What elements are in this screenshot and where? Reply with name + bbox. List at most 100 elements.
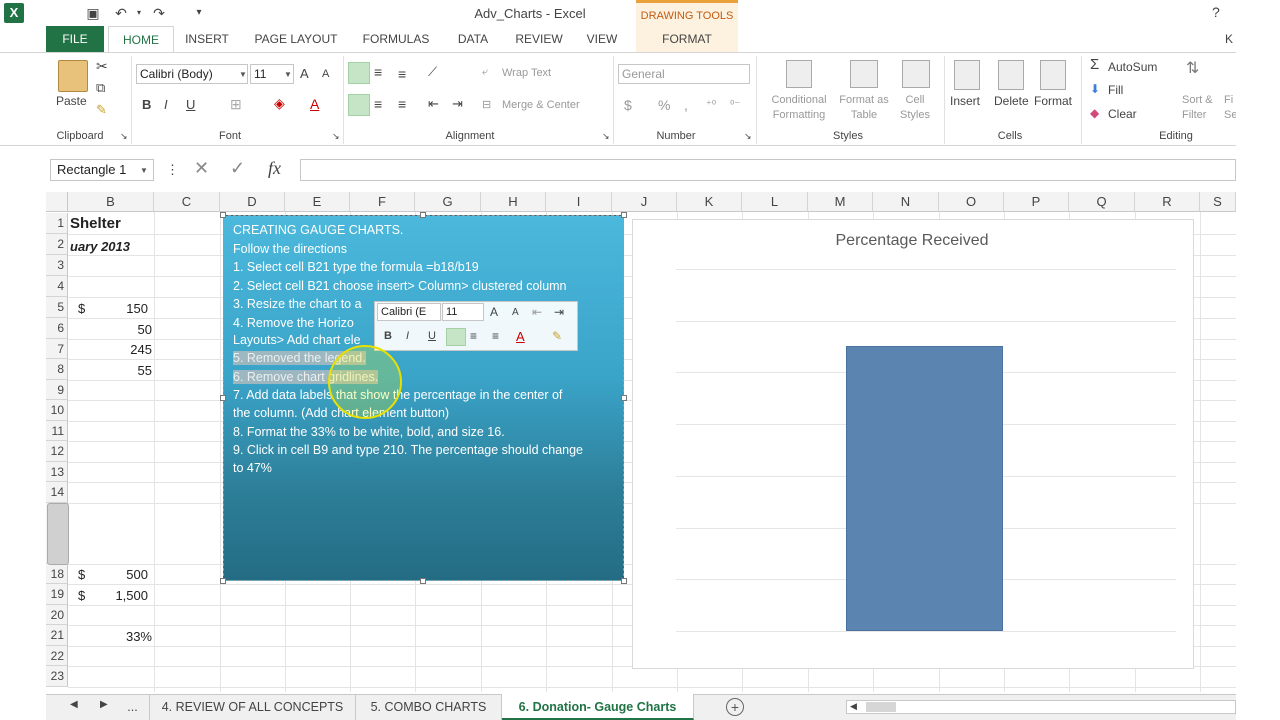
row-header-21[interactable]: 21: [46, 625, 68, 646]
resize-handle[interactable]: [420, 212, 426, 218]
cell-b6[interactable]: 50: [100, 322, 152, 337]
insert-cells-button[interactable]: Insert: [950, 94, 980, 108]
currency-button[interactable]: $: [624, 97, 632, 113]
font-name-combo[interactable]: Calibri (Body): [136, 64, 248, 84]
sheet-tab-review-of-all-concepts[interactable]: 4. REVIEW OF ALL CONCEPTS: [150, 694, 356, 720]
align-bottom-icon[interactable]: ≡: [398, 66, 406, 82]
column-header-b[interactable]: B: [68, 192, 154, 212]
bold-button[interactable]: B: [142, 97, 151, 112]
mini-grow-font-icon[interactable]: A: [490, 305, 498, 319]
conditional-formatting-icon[interactable]: [786, 60, 812, 88]
format-painter-icon[interactable]: ✎: [96, 102, 107, 118]
customize-toolbar-icon[interactable]: ▾: [190, 4, 208, 22]
resize-handle[interactable]: [621, 578, 627, 584]
mini-decrease-indent-icon[interactable]: ⇤: [532, 305, 542, 319]
row-header-7[interactable]: 7: [46, 339, 68, 359]
cell-styles-button[interactable]: Cell Styles: [890, 94, 940, 121]
cell-b19[interactable]: 1,500: [100, 588, 148, 603]
paste-icon[interactable]: [58, 60, 88, 92]
cut-icon[interactable]: ✂: [96, 58, 108, 75]
column-header-o[interactable]: O: [939, 192, 1004, 212]
cell-b1[interactable]: Shelter: [70, 215, 121, 232]
autosum-button[interactable]: AutoSum: [1108, 60, 1157, 74]
paste-button[interactable]: Paste: [56, 94, 87, 108]
delete-cells-icon[interactable]: [998, 60, 1024, 90]
delete-cells-button[interactable]: Delete: [994, 94, 1029, 108]
align-center-icon[interactable]: ≡: [374, 96, 382, 112]
insert-function-icon[interactable]: fx: [268, 158, 281, 179]
decrease-decimal-icon[interactable]: ⁰⁻: [730, 98, 740, 111]
row-header-8[interactable]: 8: [46, 359, 68, 380]
column-header-g[interactable]: G: [415, 192, 481, 212]
help-icon[interactable]: ?: [1212, 4, 1220, 20]
column-header-r[interactable]: R: [1135, 192, 1200, 212]
format-as-table-button[interactable]: Format as Table: [834, 94, 894, 121]
resize-handle[interactable]: [220, 395, 226, 401]
cell-b8[interactable]: 55: [100, 363, 152, 378]
row-header-22[interactable]: 22: [46, 646, 68, 666]
cell-b21[interactable]: 33%: [100, 629, 152, 644]
name-box-dropdown-icon[interactable]: ▼: [140, 166, 148, 175]
resize-handle[interactable]: [220, 578, 226, 584]
fill-button[interactable]: Fill: [1108, 83, 1123, 97]
tab-view[interactable]: VIEW: [580, 26, 624, 52]
user-account[interactable]: K: [1222, 26, 1236, 52]
increase-decimal-icon[interactable]: ⁺⁰: [706, 98, 716, 111]
font-size-dropdown-icon[interactable]: ▼: [284, 70, 292, 79]
grow-font-icon[interactable]: A: [300, 66, 309, 81]
tab-review[interactable]: REVIEW: [510, 26, 568, 52]
row-header-12[interactable]: 12: [46, 441, 68, 462]
wrap-text-icon[interactable]: ⤶: [482, 66, 488, 79]
autosum-icon[interactable]: Σ: [1090, 56, 1099, 73]
tab-insert[interactable]: INSERT: [178, 26, 236, 52]
underline-button[interactable]: U: [186, 97, 195, 112]
mini-bold-button[interactable]: B: [384, 330, 392, 342]
format-cells-icon[interactable]: [1040, 60, 1066, 90]
merge-center-icon[interactable]: ⊟: [482, 98, 491, 111]
clipboard-launcher-icon[interactable]: ↘: [120, 131, 128, 142]
sidebar-drag-handle[interactable]: [47, 503, 69, 565]
row-header-10[interactable]: 10: [46, 400, 68, 421]
cell-styles-icon[interactable]: [902, 60, 930, 88]
mini-italic-button[interactable]: I: [406, 330, 409, 342]
row-header-13[interactable]: 13: [46, 462, 68, 482]
column-header-q[interactable]: Q: [1069, 192, 1135, 212]
column-header-j[interactable]: J: [612, 192, 677, 212]
resize-handle[interactable]: [420, 578, 426, 584]
align-right-icon[interactable]: ≡: [398, 96, 406, 112]
chart-bar[interactable]: [846, 346, 1003, 631]
number-format-combo[interactable]: General: [618, 64, 750, 84]
tab-page-layout[interactable]: PAGE LAYOUT: [246, 26, 346, 52]
mini-font-color-icon[interactable]: A: [516, 329, 525, 344]
row-header-9[interactable]: 9: [46, 380, 68, 400]
mini-underline-button[interactable]: U: [428, 330, 436, 342]
cell-b18[interactable]: 500: [100, 567, 148, 582]
chart-title[interactable]: Percentage Received: [632, 232, 1192, 250]
mini-font-combo[interactable]: Calibri (E: [377, 303, 441, 321]
cell-b2[interactable]: uary 2013: [70, 239, 130, 254]
mini-format-painter-icon[interactable]: ✎: [552, 329, 562, 343]
column-header-i[interactable]: I: [546, 192, 612, 212]
formula-bar-options-icon[interactable]: ⋮: [166, 162, 179, 178]
align-left-icon[interactable]: [348, 94, 370, 116]
row-header-11[interactable]: 11: [46, 421, 68, 441]
copy-icon[interactable]: ⧉: [96, 80, 105, 96]
row-header-5[interactable]: 5: [46, 297, 68, 318]
tab-home[interactable]: HOME: [108, 26, 174, 53]
shrink-font-icon[interactable]: A: [322, 68, 329, 80]
column-header-e[interactable]: E: [285, 192, 350, 212]
name-box[interactable]: Rectangle 1: [50, 159, 154, 181]
merge-center-button[interactable]: Merge & Center: [502, 99, 580, 111]
mini-align-left-icon[interactable]: [446, 328, 466, 346]
row-header-1[interactable]: 1: [46, 213, 68, 234]
row-header-4[interactable]: 4: [46, 276, 68, 297]
alignment-launcher-icon[interactable]: ↘: [602, 131, 610, 142]
font-color-icon[interactable]: A: [310, 96, 319, 112]
sort-filter-icon[interactable]: ⇅: [1186, 58, 1199, 78]
row-header-20[interactable]: 20: [46, 605, 68, 625]
new-sheet-button[interactable]: +: [726, 698, 744, 716]
format-as-table-icon[interactable]: [850, 60, 878, 88]
resize-handle[interactable]: [621, 212, 627, 218]
row-header-19[interactable]: 19: [46, 584, 68, 605]
column-header-n[interactable]: N: [873, 192, 939, 212]
